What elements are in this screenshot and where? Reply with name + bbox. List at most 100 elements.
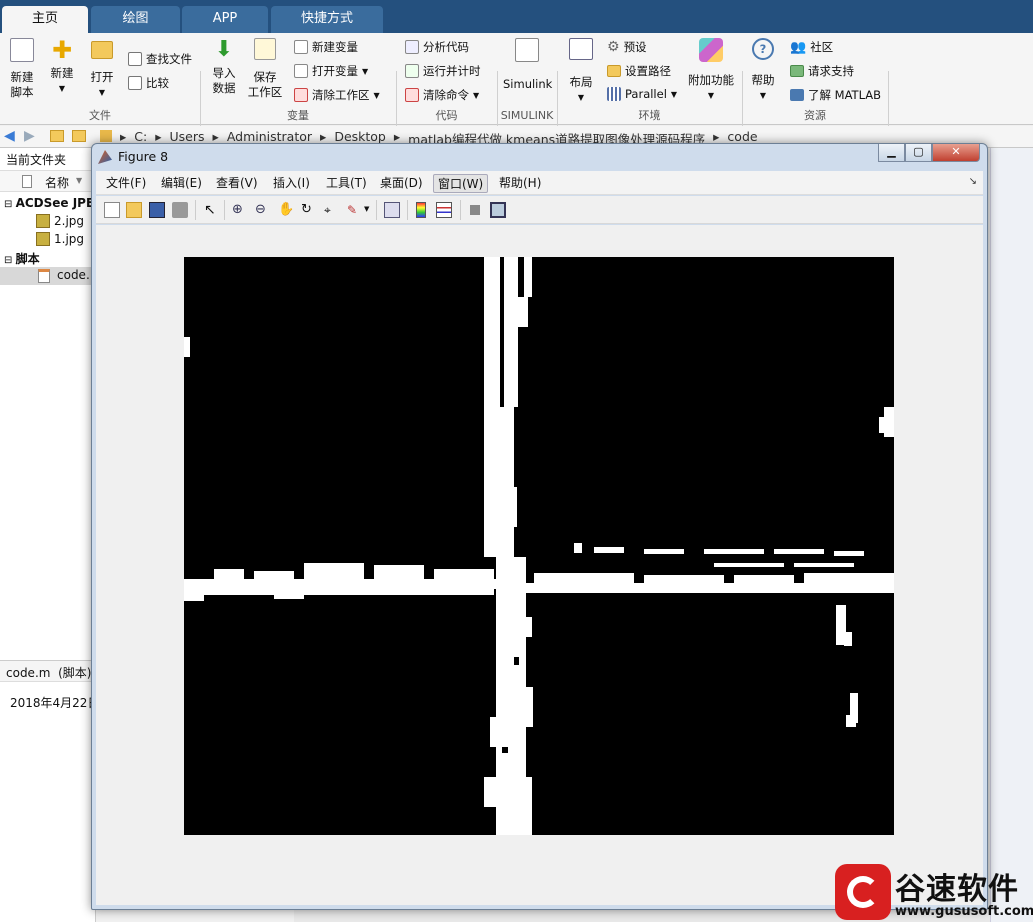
print-icon[interactable] (172, 202, 188, 218)
close-button[interactable]: ✕ (932, 144, 980, 162)
tree-group-jpeg[interactable]: ⊟ ACDSee JPE (4, 196, 94, 210)
back-arrow-icon[interactable]: ◀ (4, 128, 15, 144)
file-item-selected[interactable]: code. (0, 267, 96, 285)
new-figure-icon[interactable] (104, 202, 120, 218)
tab-home[interactable]: 主页 (2, 6, 88, 33)
figure-title-bar[interactable]: Figure 8 (98, 146, 168, 168)
new-button[interactable]: ✚ 新建 ▼ (48, 38, 76, 96)
clear-commands-button[interactable]: 清除命令 ▼ (405, 87, 479, 103)
parallel-button[interactable]: Parallel ▼ (607, 87, 677, 101)
request-support-button[interactable]: 请求支持 (790, 63, 854, 79)
menu-edit[interactable]: 编辑(E) (157, 174, 206, 193)
save-icon[interactable] (149, 202, 165, 218)
binary-road-mask (184, 257, 894, 835)
link-plot-icon[interactable] (384, 202, 400, 218)
brush-icon[interactable]: ✎ (347, 202, 363, 218)
collapse-icon[interactable]: ⊟ (4, 199, 16, 210)
colorbar-icon[interactable] (416, 202, 426, 218)
folder-icon (91, 41, 113, 59)
right-panel (990, 148, 1033, 922)
save-workspace-button[interactable]: 保存 工作区 (247, 38, 283, 100)
chevron-down-icon: ▼ (362, 66, 369, 76)
menu-file[interactable]: 文件(F) (102, 174, 150, 193)
pan-hand-icon[interactable]: ✋ (278, 202, 294, 218)
run-and-time-button[interactable]: 运行并计时 (405, 63, 481, 79)
preferences-button[interactable]: ⚙ 预设 (607, 39, 647, 55)
open-file-icon[interactable] (126, 202, 142, 218)
divider (460, 200, 461, 220)
set-path-button[interactable]: 设置路径 (607, 63, 671, 79)
layout-button[interactable]: 布局 ▼ (566, 38, 596, 105)
addons-button[interactable]: 附加功能 ▼ (686, 38, 736, 103)
tab-plots[interactable]: 绘图 (91, 6, 180, 33)
m-file-icon (38, 269, 50, 283)
forward-arrow-icon[interactable]: ▶ (24, 128, 35, 144)
new-variable-label: 新建变量 (312, 40, 358, 54)
open-button[interactable]: 打开 ▼ (88, 38, 116, 100)
file-item[interactable]: 1.jpg (36, 232, 84, 246)
simulink-button[interactable]: Simulink (503, 38, 552, 92)
watermark-brand: 谷速软件 (895, 872, 1019, 907)
addons-cubes-icon (699, 38, 723, 62)
menu-insert[interactable]: 插入(I) (269, 174, 314, 193)
learn-matlab-icon (790, 89, 804, 101)
help-label: 帮助 (751, 73, 775, 87)
maximize-button[interactable]: ▢ (905, 144, 932, 162)
minimize-button[interactable]: ▁ (878, 144, 905, 162)
open-variable-button[interactable]: 打开变量 ▼ (294, 63, 368, 79)
new-script-button[interactable]: 新建 脚本 (6, 38, 38, 100)
tree-group-scripts[interactable]: ⊟ 脚本 (4, 250, 40, 267)
menu-desktop[interactable]: 桌面(D) (376, 174, 427, 193)
file-item[interactable]: 2.jpg (36, 214, 84, 228)
hide-plot-tools-icon[interactable] (470, 205, 480, 215)
pointer-icon[interactable]: ↖ (204, 202, 220, 218)
menu-view[interactable]: 查看(V) (212, 174, 262, 193)
tab-apps[interactable]: APP (182, 6, 268, 33)
rotate-3d-icon[interactable]: ↻ (301, 202, 317, 218)
new-label: 新建 (50, 66, 74, 80)
figure-window[interactable]: Figure 8 ▁ ▢ ✕ 文件(F) 编辑(E) 查看(V) 插入(I) 工… (91, 143, 988, 910)
community-label: 社区 (810, 40, 834, 54)
menu-window[interactable]: 窗口(W) (433, 174, 489, 193)
import-arrow-icon: ⬇ (214, 37, 234, 62)
browse-folder-icon[interactable] (72, 130, 86, 142)
new-variable-icon (294, 40, 308, 54)
menu-help[interactable]: 帮助(H) (495, 174, 545, 193)
chevron-down-icon: ▼ (759, 91, 767, 100)
compare-button[interactable]: 比较 (128, 75, 169, 91)
divider (195, 200, 196, 220)
name-column-header[interactable]: 名称 (45, 174, 69, 191)
section-label-file: 文件 (89, 109, 111, 122)
import-data-button[interactable]: ⬇ 导入 数据 (208, 38, 240, 96)
collapse-icon[interactable]: ⊟ (4, 255, 16, 266)
new-variable-button[interactable]: 新建变量 (294, 39, 358, 55)
help-button[interactable]: ? 帮助 ▼ (749, 38, 777, 103)
community-button[interactable]: 👥 社区 (790, 39, 833, 55)
layout-icon (569, 38, 593, 60)
up-folder-icon[interactable] (50, 130, 64, 142)
show-plot-tools-icon[interactable] (490, 202, 506, 218)
group-label: ACDSee JPE (15, 196, 95, 210)
dock-arrow-icon[interactable]: ↘ (969, 176, 977, 187)
tab-shortcuts[interactable]: 快捷方式 (271, 6, 383, 33)
chevron-down-icon[interactable]: ▼ (364, 205, 369, 213)
group-label: 脚本 (15, 252, 40, 266)
find-files-label: 查找文件 (146, 52, 192, 66)
find-files-button[interactable]: 查找文件 (128, 51, 192, 67)
zoom-in-icon[interactable]: ⊕ (232, 202, 248, 218)
file-name: 1.jpg (54, 232, 85, 246)
file-name: 2.jpg (54, 214, 85, 228)
current-folder-panel: 当前文件夹 名称 ▼ ⊟ ACDSee JPE 2.jpg 1.jpg ⊟ 脚本… (0, 148, 99, 922)
watermark: 谷速软件 www.gususoft.com (833, 858, 1033, 922)
analyze-code-icon (405, 40, 419, 54)
clear-workspace-button[interactable]: 清除工作区 ▼ (294, 87, 380, 103)
jpeg-file-icon (36, 214, 50, 228)
analyze-code-button[interactable]: 分析代码 (405, 39, 469, 55)
data-cursor-icon[interactable]: ⌖ (324, 202, 340, 218)
zoom-out-icon[interactable]: ⊖ (255, 202, 271, 218)
menu-tools[interactable]: 工具(T) (322, 174, 371, 193)
request-support-icon (790, 65, 804, 77)
legend-icon[interactable] (436, 202, 452, 218)
save-workspace-icon (254, 38, 276, 60)
learn-matlab-button[interactable]: 了解 MATLAB (790, 87, 881, 103)
